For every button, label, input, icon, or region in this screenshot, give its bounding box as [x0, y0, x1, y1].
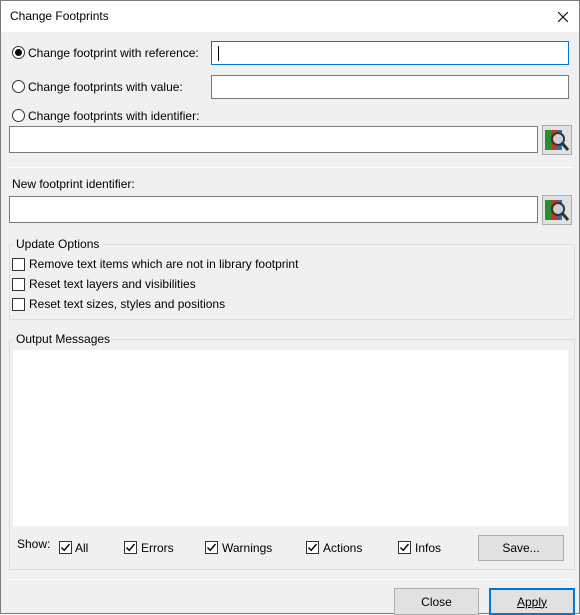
new-footprint-label: New footprint identifier: [12, 177, 135, 191]
radio-change-by-value[interactable] [12, 80, 25, 93]
reference-label: Change footprint with reference: [28, 46, 199, 60]
filter-all-label: All [75, 541, 89, 555]
footprint-library-browser-icon [545, 130, 570, 151]
close-icon [558, 11, 568, 22]
remove-text-items-label: Remove text items which are not in libra… [29, 257, 299, 271]
apply-button-label: Apply [516, 594, 548, 609]
filter-actions-checkbox[interactable] [306, 541, 319, 554]
filter-errors-checkbox[interactable] [124, 541, 137, 554]
filter-all-checkbox[interactable] [59, 541, 72, 554]
radio-change-by-identifier[interactable] [12, 109, 25, 122]
reset-text-layers-checkbox[interactable] [12, 278, 25, 291]
save-output-button[interactable]: Save... [478, 535, 564, 561]
show-label: Show: [17, 537, 51, 551]
filter-actions-label: Actions [323, 541, 363, 555]
radio-change-by-reference[interactable] [12, 46, 25, 59]
filter-warnings-label: Warnings [222, 541, 273, 555]
close-button[interactable]: Close [394, 588, 479, 615]
filter-errors-label: Errors [141, 541, 174, 555]
output-messages-title: Output Messages [13, 332, 114, 346]
title-bar: Change Footprints [1, 1, 579, 32]
reset-text-layers-label: Reset text layers and visibilities [29, 277, 196, 291]
identifier-label: Change footprints with identifier: [28, 109, 200, 123]
remove-text-items-checkbox[interactable] [12, 258, 25, 271]
change-footprints-dialog: Change Footprints Change footprint with … [0, 0, 580, 615]
footprint-library-browser-icon [545, 200, 570, 221]
window-title: Change Footprints [10, 9, 109, 23]
apply-button[interactable]: Apply [489, 588, 575, 615]
browse-new-footprint-button[interactable] [542, 195, 572, 225]
separator [9, 167, 573, 168]
value-label: Change footprints with value: [28, 80, 183, 94]
output-messages-area[interactable] [13, 350, 568, 526]
filter-warnings-checkbox[interactable] [205, 541, 218, 554]
update-options-title: Update Options [13, 237, 103, 251]
new-footprint-input[interactable] [9, 196, 538, 223]
filter-infos-label: Infos [415, 541, 442, 555]
browse-identifier-button[interactable] [542, 125, 572, 155]
close-window-button[interactable] [547, 1, 579, 32]
identifier-input[interactable] [9, 126, 538, 153]
reset-text-sizes-checkbox[interactable] [12, 298, 25, 311]
footer-separator [9, 579, 573, 580]
reset-text-sizes-label: Reset text sizes, styles and positions [29, 297, 226, 311]
value-input[interactable] [211, 75, 569, 99]
filter-infos-checkbox[interactable] [398, 541, 411, 554]
reference-input[interactable] [211, 41, 569, 65]
